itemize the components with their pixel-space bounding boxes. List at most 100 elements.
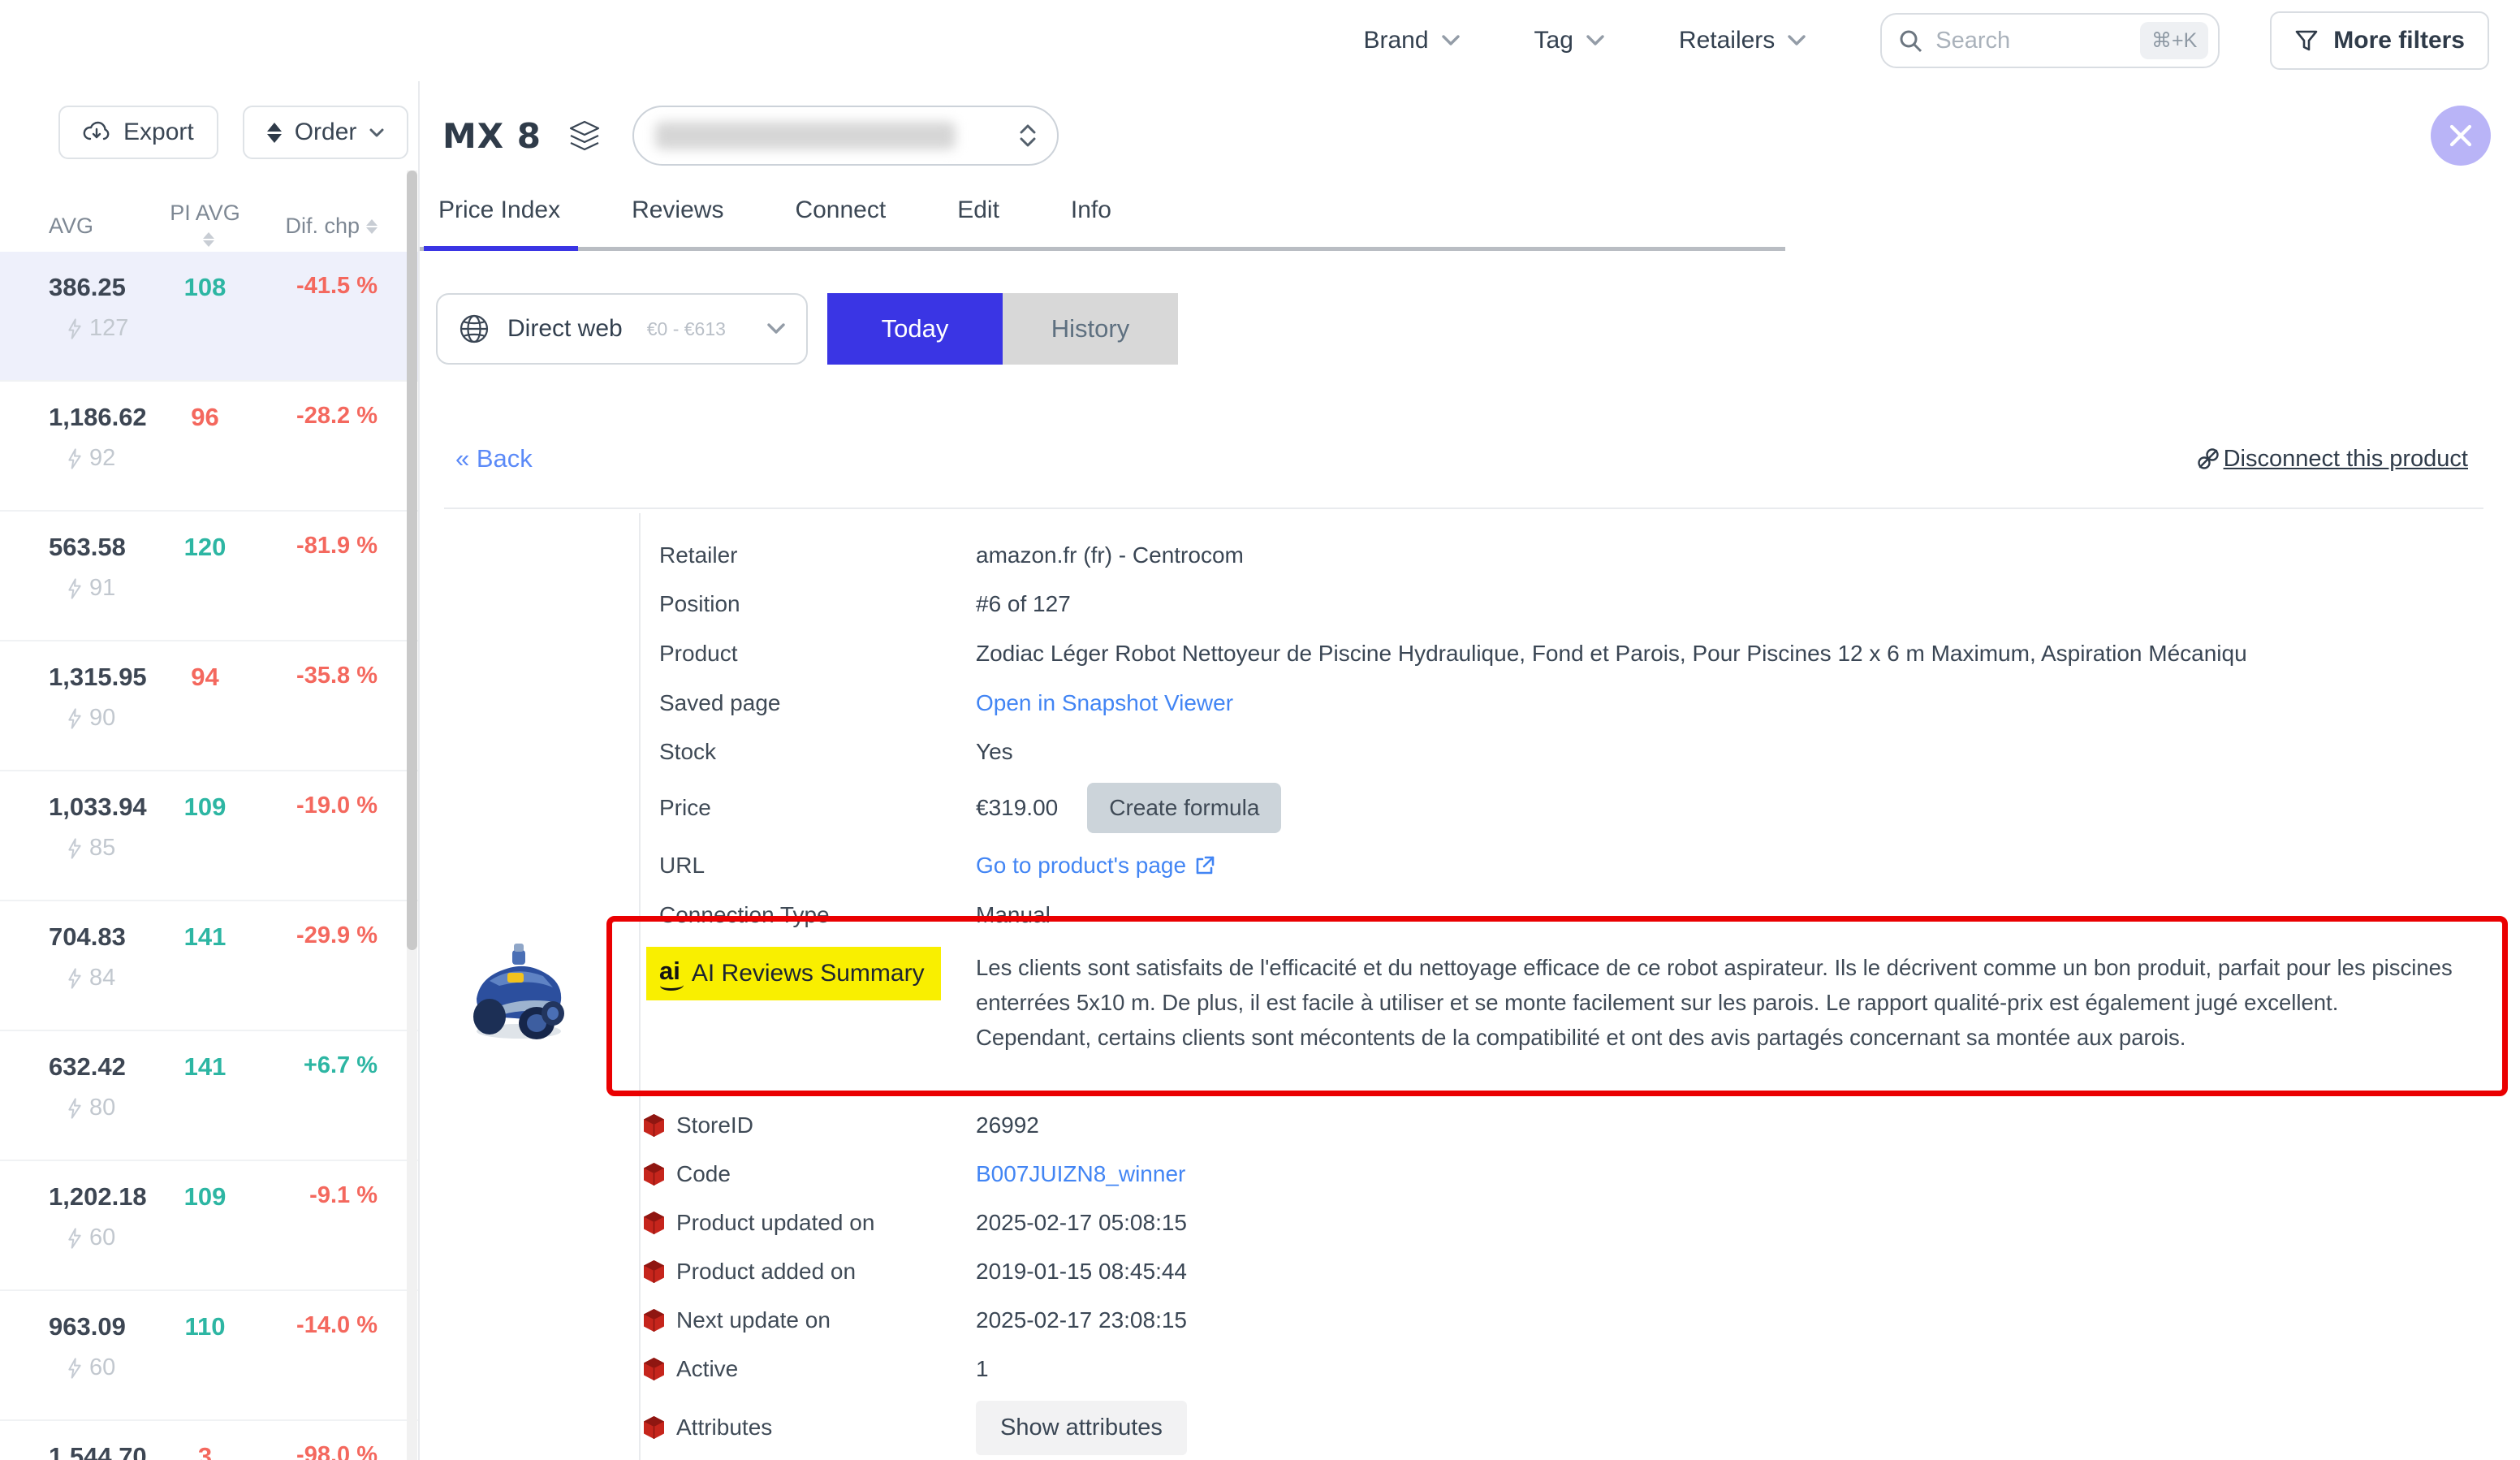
snapshot-viewer-link[interactable]: Open in Snapshot Viewer (976, 690, 1233, 716)
source-label: Direct web (507, 315, 623, 343)
source-price-range: €0 - €613 (647, 318, 726, 340)
avg-value: 1,186.62 (49, 403, 162, 432)
package-icon (643, 1308, 665, 1333)
detail-row-next-update: Next update on 2025-02-17 23:08:15 (420, 1296, 2504, 1345)
tab-connect[interactable]: Connect (795, 197, 886, 247)
avg-value: 963.09 (49, 1312, 162, 1341)
lightning-icon (67, 447, 83, 470)
more-filters-button[interactable]: More filters (2270, 11, 2489, 70)
avg-value: 1,202.18 (49, 1182, 162, 1212)
product-list-row[interactable]: 704.83 84 141 -29.9 % (0, 901, 418, 1031)
cloud-download-icon (83, 121, 110, 144)
package-icon (643, 1415, 665, 1440)
connections-count: 127 (89, 315, 128, 342)
product-list: 386.25 127 108 -41.5 % 1,186.62 92 96 -2… (0, 252, 418, 1460)
external-link-icon (1194, 855, 1215, 876)
chevron-down-icon (767, 323, 785, 335)
sidebar: Export Order AVG PI AVG Dif. chp 386.25 … (0, 81, 418, 1460)
product-list-row[interactable]: 1,186.62 92 96 -28.2 % (0, 382, 418, 512)
pi-avg-value: 120 (184, 533, 227, 561)
sidebar-actions: Export Order (0, 81, 418, 159)
dif-chp-value: -98.0 % (296, 1442, 378, 1460)
dif-chp-value: +6.7 % (304, 1052, 378, 1078)
back-link[interactable]: « Back (455, 444, 533, 473)
col-avg: AVG (49, 214, 162, 239)
close-icon (2449, 123, 2473, 148)
product-page-link[interactable]: Go to product's page (976, 853, 1215, 879)
search-icon (1898, 28, 1922, 53)
avg-value: 632.42 (49, 1052, 162, 1082)
product-list-row[interactable]: 563.58 91 120 -81.9 % (0, 512, 418, 641)
product-list-row[interactable]: 632.42 80 141 +6.7 % (0, 1031, 418, 1161)
product-list-row[interactable]: 1,202.18 60 109 -9.1 % (0, 1161, 418, 1291)
topbar: Brand Tag Retailers Search ⌘+K More filt… (0, 0, 2520, 81)
chevron-down-icon (1442, 35, 1460, 46)
detail-row-code: Code B007JUIZN8_winner (420, 1150, 2504, 1199)
package-icon (643, 1259, 665, 1284)
lightning-icon (67, 1227, 83, 1250)
detail-row-product: Product Zodiac Léger Robot Nettoyeur de … (420, 628, 2504, 679)
product-list-row[interactable]: 963.09 60 110 -14.0 % (0, 1291, 418, 1421)
connections-count: 90 (89, 705, 115, 732)
product-code-link[interactable]: B007JUIZN8_winner (976, 1161, 1185, 1187)
detail-row-active: Active 1 (420, 1345, 2504, 1393)
tab-price-index[interactable]: Price Index (438, 197, 560, 247)
pi-avg-value: 96 (191, 403, 218, 431)
connections-count: 92 (89, 445, 115, 472)
disconnect-product-link[interactable]: Disconnect this product (2196, 446, 2468, 473)
ai-logo-icon: ai (659, 957, 680, 991)
tab-info[interactable]: Info (1071, 197, 1111, 247)
dif-chp-value: -19.0 % (296, 793, 378, 819)
sidebar-scrollbar-thumb[interactable] (407, 171, 417, 950)
tab-reviews[interactable]: Reviews (632, 197, 723, 247)
detail-row-added: Product added on 2019-01-15 08:45:44 (420, 1247, 2504, 1296)
connections-count: 91 (89, 575, 115, 602)
connections-count: 84 (89, 965, 115, 991)
today-toggle-button[interactable]: Today (827, 293, 1003, 365)
dif-chp-value: -81.9 % (296, 533, 378, 559)
detail-row-connection-type: Connection Type Manual (420, 892, 2504, 939)
product-list-row[interactable]: 386.25 127 108 -41.5 % (0, 252, 418, 382)
tab-edit[interactable]: Edit (957, 197, 999, 247)
pi-avg-value: 141 (184, 1052, 227, 1081)
create-formula-button[interactable]: Create formula (1087, 783, 1281, 833)
pi-avg-value: 109 (184, 793, 227, 821)
dif-chp-value: -14.0 % (296, 1312, 378, 1338)
dif-chp-value: -35.8 % (296, 663, 378, 689)
detail-row-position: Position #6 of 127 (420, 580, 2504, 628)
avg-value: 563.58 (49, 533, 162, 562)
lightning-icon (67, 1097, 83, 1120)
show-attributes-button[interactable]: Show attributes (976, 1401, 1187, 1455)
package-icon (643, 1113, 665, 1138)
price-index-filters: Direct web €0 - €613 Today History (436, 293, 2520, 365)
product-list-row[interactable]: 1,544.70 3 -98.0 % (0, 1421, 418, 1460)
package-icon (643, 1162, 665, 1186)
source-dropdown[interactable]: Direct web €0 - €613 (436, 293, 808, 365)
product-detail-panel: MX 8 Price Index Reviews Connect Edit In… (418, 81, 2520, 1460)
product-list-row[interactable]: 1,315.95 90 94 -35.8 % (0, 641, 418, 771)
more-filters-label: More filters (2333, 27, 2465, 54)
close-panel-button[interactable] (2431, 106, 2491, 166)
chevron-down-icon (1788, 35, 1806, 46)
detail-row-stock: Stock Yes (420, 728, 2504, 776)
topbar-filter-tag[interactable]: Tag (1534, 27, 1604, 54)
topbar-filter-brand[interactable]: Brand (1363, 27, 1459, 54)
history-toggle-button[interactable]: History (1003, 293, 1178, 365)
avg-value: 1,315.95 (49, 663, 162, 692)
dif-chp-value: -29.9 % (296, 922, 378, 948)
product-list-row[interactable]: 1,033.94 85 109 -19.0 % (0, 771, 418, 901)
topbar-filters: Brand Tag Retailers (1363, 27, 1880, 54)
ai-summary-label: ai AI Reviews Summary (646, 947, 941, 1000)
search-shortcut-badge: ⌘+K (2140, 22, 2208, 59)
search-input[interactable]: Search ⌘+K (1880, 13, 2220, 68)
layers-icon (567, 119, 602, 152)
detail-row-retailer: Retailer amazon.fr (fr) - Centrocom (420, 531, 2504, 580)
detail-row-price: Price €319.00 Create formula (420, 776, 2504, 840)
col-pi-avg[interactable]: PI AVG (162, 201, 248, 251)
col-dif-chp[interactable]: Dif. chp (248, 214, 378, 239)
filter-icon (2294, 28, 2319, 53)
product-selector-dropdown[interactable] (632, 106, 1059, 166)
export-button[interactable]: Export (58, 106, 218, 159)
order-button[interactable]: Order (243, 106, 409, 159)
topbar-filter-retailers[interactable]: Retailers (1679, 27, 1806, 54)
